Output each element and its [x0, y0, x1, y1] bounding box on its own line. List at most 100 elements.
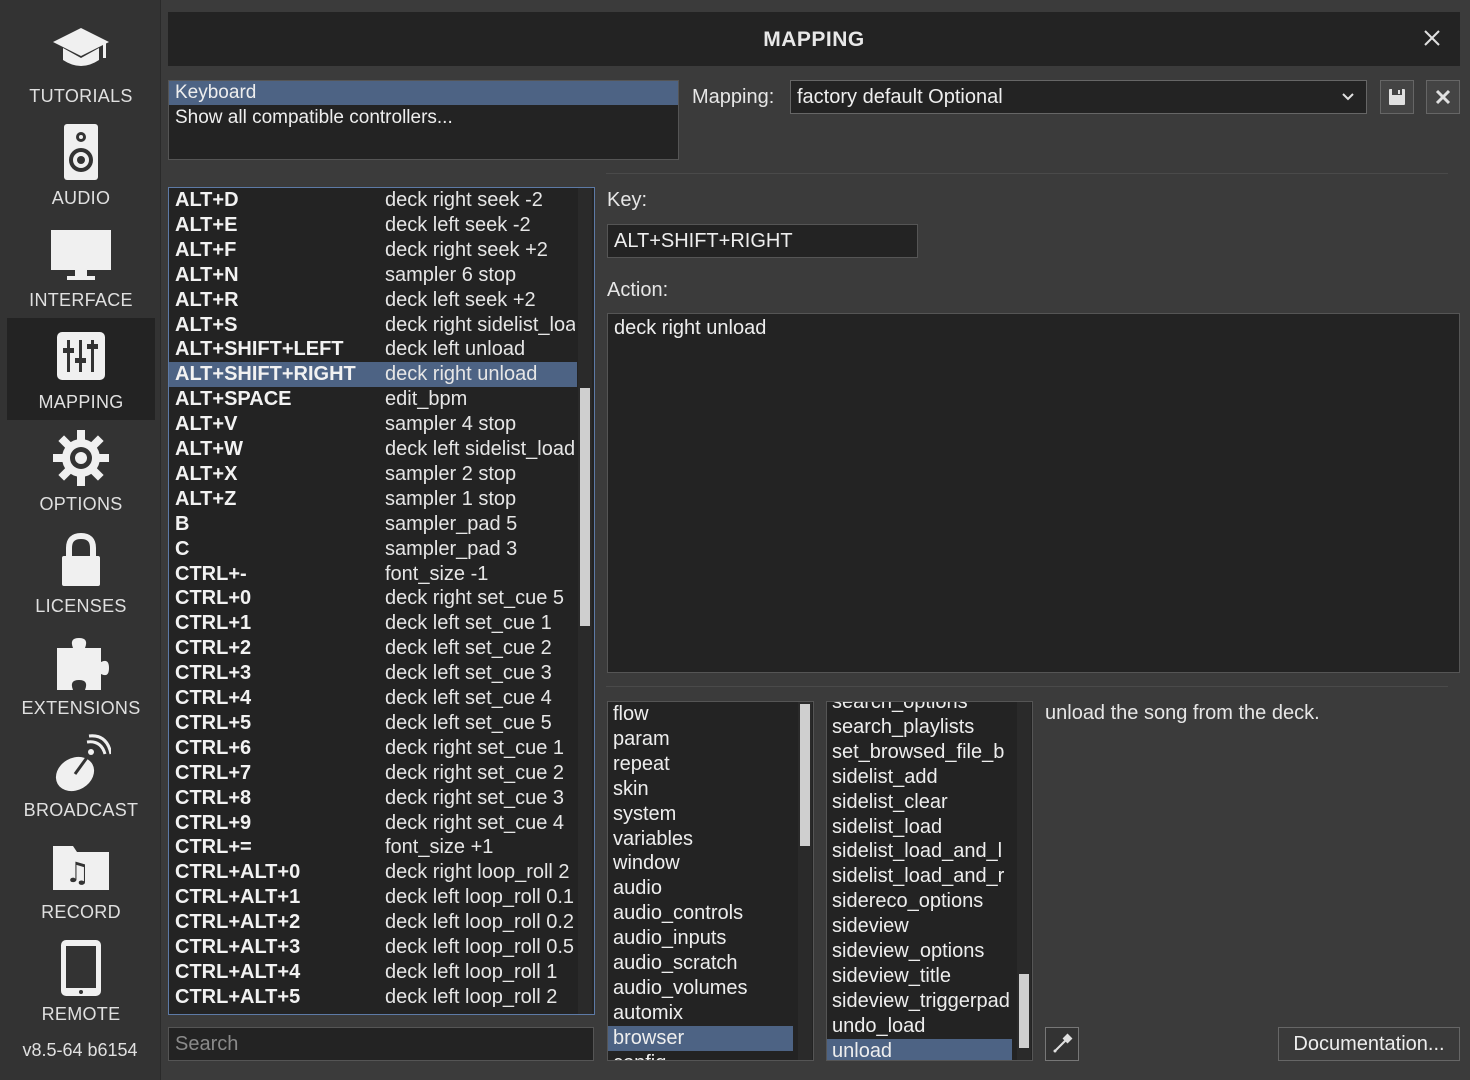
table-row[interactable]: CTRL+6 deck right set_cue 1	[169, 736, 577, 761]
sidebar-item-mapping[interactable]: MAPPING	[7, 318, 155, 420]
verb-item[interactable]: search_options	[827, 702, 1012, 715]
sidebar-item-tutorials[interactable]: TUTORIALS	[7, 12, 155, 114]
table-row[interactable]: CTRL+ALT+3 deck left loop_roll 0.5	[169, 935, 577, 960]
verb-item[interactable]: sideview_options	[827, 939, 1012, 964]
category-item[interactable]: automix	[608, 1001, 793, 1026]
sidebar-item-licenses[interactable]: LICENSES	[7, 522, 155, 624]
category-item[interactable]: repeat	[608, 752, 793, 777]
documentation-button[interactable]: Documentation...	[1278, 1027, 1460, 1061]
mapping-label: Mapping:	[692, 86, 775, 108]
category-item[interactable]: window	[608, 851, 793, 876]
sidebar-item-extensions[interactable]: EXTENSIONS	[7, 624, 155, 726]
table-row[interactable]: CTRL+3 deck left set_cue 3	[169, 661, 577, 686]
verb-item[interactable]: sideview_title	[827, 964, 1012, 989]
mapping-select[interactable]: factory default Optional	[790, 80, 1367, 114]
controller-item-keyboard[interactable]: Keyboard	[169, 81, 678, 105]
table-row[interactable]: CTRL+1 deck left set_cue 1	[169, 611, 577, 636]
category-item[interactable]: flow	[608, 702, 793, 727]
scrollbar-thumb[interactable]	[1019, 974, 1029, 1048]
verb-item[interactable]: sidelist_load_and_l	[827, 839, 1012, 864]
table-row[interactable]: ALT+S deck right sidelist_load	[169, 313, 577, 338]
sidebar-item-remote[interactable]: REMOTE	[7, 930, 155, 1032]
category-item[interactable]: browser	[608, 1025, 793, 1051]
delete-mapping-button[interactable]	[1426, 80, 1460, 114]
table-row[interactable]: ALT+V sampler 4 stop	[169, 412, 577, 437]
table-row[interactable]: CTRL+ALT+4 deck left loop_roll 1	[169, 960, 577, 985]
key-field[interactable]: ALT+SHIFT+RIGHT	[607, 224, 918, 258]
table-row[interactable]: CTRL+5 deck left set_cue 5	[169, 711, 577, 736]
key-cell: CTRL+0	[175, 587, 252, 610]
search-input[interactable]	[169, 1028, 587, 1060]
scrollbar-thumb[interactable]	[580, 388, 590, 626]
picker-button[interactable]	[1045, 1027, 1079, 1061]
table-row[interactable]: ALT+SPACE edit_bpm	[169, 387, 577, 412]
action-cell: font_size +1	[385, 836, 494, 859]
table-row[interactable]: ALT+D deck right seek -2	[169, 188, 577, 213]
key-mapping-list[interactable]: ALT+D deck right seek -2 ALT+E deck left se…	[168, 187, 595, 1015]
verb-item[interactable]: undo_load	[827, 1014, 1012, 1039]
verb-item[interactable]: sidereco_options	[827, 889, 1012, 914]
table-row[interactable]: ALT+X sampler 2 stop	[169, 462, 577, 487]
category-item[interactable]: config	[608, 1051, 793, 1060]
table-row[interactable]: ALT+SHIFT+RIGHT deck right unload	[169, 362, 577, 388]
table-row[interactable]: CTRL+9 deck right set_cue 4	[169, 811, 577, 836]
table-row[interactable]: CTRL+ALT+5 deck left loop_roll 2	[169, 985, 577, 1010]
verb-item[interactable]: unload	[827, 1038, 1012, 1060]
verb-item[interactable]: sideview_triggerpad	[827, 989, 1012, 1014]
action-cell: deck left set_cue 4	[385, 687, 552, 709]
table-row[interactable]: ALT+N sampler 6 stop	[169, 263, 577, 288]
scrollbar-thumb[interactable]	[800, 704, 810, 846]
action-cell: deck left set_cue 3	[385, 662, 552, 685]
verb-item[interactable]: sidelist_load_and_r	[827, 864, 1012, 889]
table-row[interactable]: CTRL+8 deck right set_cue 3	[169, 786, 577, 811]
category-item[interactable]: audio_scratch	[608, 951, 793, 976]
controller-item-show-all[interactable]: Show all compatible controllers...	[169, 106, 678, 130]
table-row[interactable]: CTRL+ALT+1 deck left loop_roll 0.1	[169, 885, 577, 910]
table-row[interactable]: ALT+F deck right seek +2	[169, 238, 577, 263]
verb-item[interactable]: sidelist_clear	[827, 790, 1012, 815]
category-item[interactable]: audio_controls	[608, 901, 793, 926]
category-item[interactable]: param	[608, 727, 793, 752]
sidebar-item-options[interactable]: OPTIONS	[7, 420, 155, 522]
action-editor[interactable]: deck right unload	[607, 313, 1460, 673]
verb-item[interactable]: sideview	[827, 914, 1012, 939]
table-row[interactable]: ALT+SHIFT+LEFT deck left unload	[169, 337, 577, 362]
verb-item[interactable]: search_playlists	[827, 715, 1012, 740]
controller-list[interactable]: Keyboard Show all compatible controllers…	[168, 80, 679, 160]
table-row[interactable]: CTRL+7 deck right set_cue 2	[169, 761, 577, 786]
table-row[interactable]: CTRL+2 deck left set_cue 2	[169, 636, 577, 661]
category-item[interactable]: audio	[608, 876, 793, 901]
verb-item[interactable]: set_browsed_file_b	[827, 740, 1012, 765]
table-row[interactable]: CTRL+ALT+0 deck right loop_roll 2	[169, 860, 577, 885]
sidebar-item-audio[interactable]: AUDIO	[7, 114, 155, 216]
search-field[interactable]	[168, 1027, 594, 1061]
category-list[interactable]: flow param repeat skin system variables window…	[607, 701, 814, 1061]
table-row[interactable]: ALT+W deck left sidelist_load	[169, 437, 577, 462]
category-item[interactable]: variables	[608, 827, 793, 852]
category-item[interactable]: skin	[608, 777, 793, 802]
table-row[interactable]: ALT+E deck left seek -2	[169, 213, 577, 238]
verb-item[interactable]: sidelist_load	[827, 815, 1012, 840]
category-item[interactable]: audio_inputs	[608, 926, 793, 951]
table-row[interactable]: CTRL+- font_size -1	[169, 562, 577, 587]
table-row[interactable]: Csampler_pad 3	[169, 537, 577, 562]
table-row[interactable]: Bsampler_pad 5	[169, 512, 577, 537]
table-row[interactable]: CTRL+= font_size +1	[169, 835, 577, 860]
divider	[606, 173, 1448, 174]
close-icon[interactable]	[1418, 24, 1446, 52]
table-row[interactable]: CTRL+0 deck right set_cue 5	[169, 586, 577, 611]
table-row[interactable]: ALT+R deck left seek +2	[169, 288, 577, 313]
category-item[interactable]: system	[608, 802, 793, 827]
sidebar-item-broadcast[interactable]: BROADCAST	[7, 726, 155, 828]
verb-item[interactable]: sidelist_add	[827, 765, 1012, 790]
eyedropper-icon	[1053, 1033, 1073, 1053]
save-mapping-button[interactable]	[1380, 80, 1414, 114]
verb-list[interactable]: search_options search_playlists set_browse…	[826, 701, 1033, 1061]
sidebar-item-record[interactable]: ♫ RECORD	[7, 828, 155, 930]
table-row[interactable]: CTRL+ALT+2 deck left loop_roll 0.2	[169, 910, 577, 935]
sidebar-item-interface[interactable]: INTERFACE	[7, 216, 155, 318]
key-cell: CTRL+ALT+1	[175, 886, 301, 909]
table-row[interactable]: ALT+Z sampler 1 stop	[169, 487, 577, 512]
category-item[interactable]: audio_volumes	[608, 976, 793, 1001]
table-row[interactable]: CTRL+4 deck left set_cue 4	[169, 686, 577, 711]
